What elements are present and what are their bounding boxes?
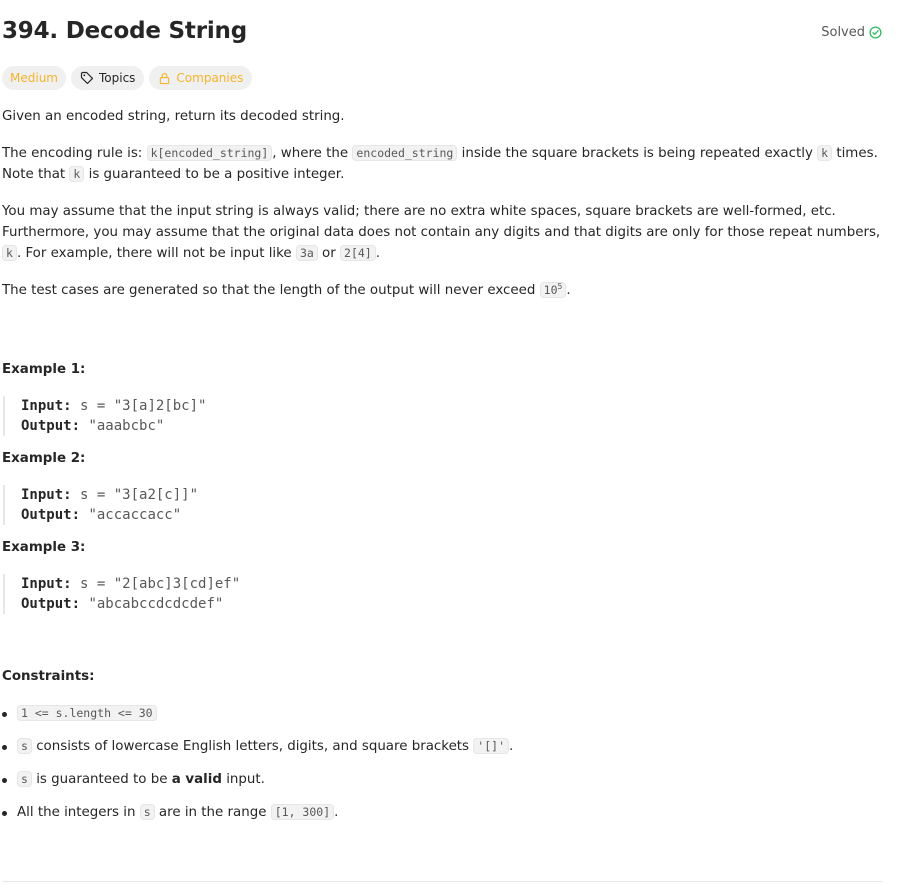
output-label: Output: — [21, 507, 81, 523]
description-text: . For example, there will not be input l… — [16, 246, 296, 261]
example-output-line: Output: "accaccacc" — [21, 505, 882, 525]
constraint-text: . — [334, 805, 339, 820]
constraints-list: 1 <= s.length <= 30 s consists of lowerc… — [2, 703, 882, 823]
constraint-text: consists of lowercase English letters, d… — [31, 739, 474, 754]
inline-code: s — [139, 804, 155, 820]
example-output: "aaabcbc" — [88, 418, 165, 434]
problem-description: 394. Decode String Solved Medium Topics — [2, 0, 882, 882]
example-input: s = "3[a]2[bc]" — [80, 398, 207, 414]
description-text: The encoding rule is: — [2, 146, 147, 161]
example-input: s = "2[abc]3[cd]ef" — [80, 576, 241, 592]
example-block: Input: s = "2[abc]3[cd]ef" Output: "abca… — [3, 574, 882, 614]
inline-code: k[encoded_string] — [146, 145, 273, 161]
tag-icon — [80, 71, 94, 85]
example-title: Example 3: — [2, 540, 86, 555]
input-label: Input: — [21, 487, 72, 503]
example-output-line: Output: "aaabcbc" — [21, 416, 882, 436]
check-circle-icon — [869, 26, 882, 39]
inline-code: s — [17, 738, 32, 754]
description-text: inside the square brackets is being repe… — [457, 146, 818, 161]
description-text: . — [375, 246, 380, 261]
inline-code: encoded_string — [352, 145, 458, 161]
lock-icon — [158, 72, 171, 85]
solved-label: Solved — [821, 25, 865, 40]
example-input-line: Input: s = "3[a]2[bc]" — [21, 396, 882, 416]
description-paragraph-2: The encoding rule is: k[encoded_string],… — [2, 143, 882, 185]
example-block: Input: s = "3[a2[c]]" Output: "accaccacc… — [3, 485, 882, 525]
inline-code: '[]' — [473, 738, 509, 754]
example-input: s = "3[a2[c]]" — [80, 487, 199, 503]
section-divider — [2, 881, 882, 882]
constraint-bold-text: a valid — [171, 772, 222, 787]
tag-row: Medium Topics Companies — [2, 66, 253, 90]
difficulty-badge: Medium — [2, 66, 66, 90]
description-paragraph-4: The test cases are generated so that the… — [2, 280, 882, 301]
example-output: "accaccacc" — [88, 507, 182, 523]
description-text: or — [317, 246, 341, 261]
input-label: Input: — [21, 398, 72, 414]
description-text: You may assume that the input string is … — [2, 204, 881, 240]
example-title: Example 2: — [2, 451, 86, 466]
power-exponent: 5 — [557, 282, 563, 292]
topics-button[interactable]: Topics — [70, 66, 145, 90]
inline-code: s — [17, 771, 32, 787]
example-block: Input: s = "3[a]2[bc]" Output: "aaabcbc" — [3, 396, 882, 436]
constraint-item: 1 <= s.length <= 30 — [2, 703, 882, 724]
inline-code: 3a — [295, 245, 318, 261]
inline-code: k — [817, 145, 833, 161]
constraint-text: All the integers in — [17, 805, 140, 820]
constraints-title: Constraints: — [2, 669, 95, 684]
example-input-line: Input: s = "2[abc]3[cd]ef" — [21, 574, 882, 594]
constraint-item: All the integers in s are in the range [… — [2, 802, 882, 823]
topics-label: Topics — [98, 71, 136, 85]
description-text: Given an encoded string, return its deco… — [2, 109, 345, 124]
power-base: 10 — [543, 283, 558, 297]
inline-code: 1 <= s.length <= 30 — [17, 705, 157, 721]
input-label: Input: — [21, 576, 72, 592]
constraint-text: . — [509, 739, 514, 754]
example-title: Example 1: — [2, 362, 86, 377]
description-text: , where the — [272, 146, 353, 161]
constraint-text: input. — [221, 772, 265, 787]
description-text: The test cases are generated so that the… — [2, 283, 540, 298]
difficulty-label: Medium — [10, 71, 58, 85]
description-paragraph-1: Given an encoded string, return its deco… — [2, 106, 882, 127]
description-content: Given an encoded string, return its deco… — [2, 106, 882, 835]
inline-code: 2[4] — [340, 245, 376, 261]
constraints-section: Constraints: 1 <= s.length <= 30 s consi… — [2, 666, 882, 823]
solved-status: Solved — [821, 25, 882, 40]
example-3: Example 3: Input: s = "2[abc]3[cd]ef" Ou… — [2, 537, 882, 614]
description-text: is guaranteed to be a positive integer. — [84, 167, 345, 182]
description-paragraph-3: You may assume that the input string is … — [2, 201, 882, 264]
output-label: Output: — [21, 418, 81, 434]
constraint-item: s is guaranteed to be a valid input. — [2, 769, 882, 790]
example-output: "abcabccdcdcdef" — [88, 596, 224, 612]
constraint-text: are in the range — [154, 805, 271, 820]
title-row: 394. Decode String Solved — [2, 0, 882, 70]
inline-code: k — [2, 245, 17, 261]
page-title[interactable]: 394. Decode String — [2, 18, 247, 44]
example-output-line: Output: "abcabccdcdcdef" — [21, 594, 882, 614]
constraint-text: is guaranteed to be — [31, 772, 172, 787]
example-1: Example 1: Input: s = "3[a]2[bc]" Output… — [2, 359, 882, 436]
example-input-line: Input: s = "3[a2[c]]" — [21, 485, 882, 505]
inline-code: 105 — [539, 282, 567, 298]
companies-button[interactable]: Companies — [149, 66, 253, 90]
inline-code: k — [69, 166, 85, 182]
output-label: Output: — [21, 596, 81, 612]
example-2: Example 2: Input: s = "3[a2[c]]" Output:… — [2, 448, 882, 525]
constraint-item: s consists of lowercase English letters,… — [2, 736, 882, 757]
companies-label: Companies — [176, 71, 244, 85]
description-text: . — [566, 283, 571, 298]
inline-code: [1, 300] — [270, 804, 335, 820]
